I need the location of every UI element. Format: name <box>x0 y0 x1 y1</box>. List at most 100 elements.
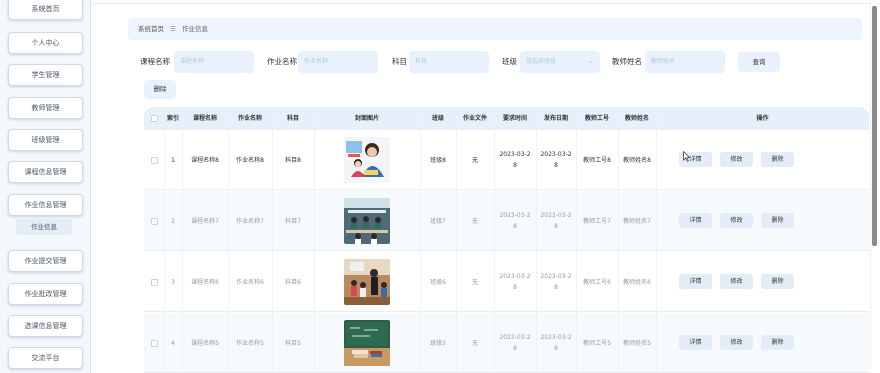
row-cover-cell <box>314 313 420 373</box>
header-file: 作业文件 <box>462 115 487 122</box>
column-divider <box>164 107 165 373</box>
header-select-all[interactable] <box>144 107 164 130</box>
delete-button[interactable]: 删除 <box>761 152 794 167</box>
row-checkbox-cell[interactable] <box>144 313 164 373</box>
row-checkbox[interactable] <box>150 217 158 225</box>
top-divider <box>92 3 870 4</box>
row-subject: 科目5 <box>285 339 301 347</box>
row-class: 班级5 <box>430 339 446 347</box>
sidebar-item-homework[interactable]: 作业信息管理 <box>8 194 83 216</box>
column-divider <box>420 107 421 373</box>
teacher-filter-input[interactable]: 教师姓名 <box>645 51 725 73</box>
table-row: 4 课程名称5 作业名称5 科目5 班级5 无 2023-03-2 8 2023… <box>144 313 869 373</box>
row-teacher-no: 教师工号5 <box>583 339 611 347</box>
row-cover-cell <box>314 252 420 312</box>
row-teacher-no: 教师工号8 <box>583 156 611 164</box>
app-root: 系统首页 个人中心 学生管理 教师管理 班级管理 课程信息管理 作业信息管理 作… <box>0 0 880 373</box>
column-divider <box>536 107 537 373</box>
cover-image[interactable] <box>344 320 390 366</box>
edit-button[interactable]: 修改 <box>720 152 753 167</box>
class-filter-select[interactable]: 请选择班级 ⌄ <box>520 51 600 73</box>
sidebar: 系统首页 个人中心 学生管理 教师管理 班级管理 课程信息管理 作业信息管理 作… <box>0 0 91 373</box>
column-divider <box>456 107 457 373</box>
header-cover: 封面图片 <box>354 115 379 122</box>
cover-image[interactable] <box>344 259 390 305</box>
row-checkbox[interactable] <box>150 278 158 286</box>
edit-button[interactable]: 修改 <box>720 274 753 289</box>
mouse-cursor-icon <box>683 151 691 162</box>
sidebar-item-forum[interactable]: 交流平台 <box>8 347 83 369</box>
row-checkbox[interactable] <box>150 156 158 164</box>
row-class: 班级7 <box>430 217 446 225</box>
row-required-time: 2023-03-2 8 <box>499 334 531 352</box>
row-file: 无 <box>471 339 478 347</box>
sidebar-subitem-homework-info[interactable]: 作业信息 <box>16 219 72 235</box>
sidebar-item-profile[interactable]: 个人中心 <box>8 32 83 54</box>
class-select-placeholder: 请选择班级 <box>526 58 557 65</box>
row-checkbox-cell[interactable] <box>144 191 164 251</box>
column-divider <box>618 107 619 373</box>
header-teacher-name: 教师姓名 <box>624 115 649 122</box>
sidebar-item-grading[interactable]: 作业批改管理 <box>8 283 83 305</box>
row-teacher-name: 教师姓名5 <box>623 339 651 347</box>
row-checkbox[interactable] <box>150 339 158 347</box>
row-checkbox-cell[interactable] <box>144 252 164 312</box>
edit-button[interactable]: 修改 <box>720 213 753 228</box>
column-divider <box>182 107 183 373</box>
row-checkbox-cell[interactable] <box>144 130 164 190</box>
detail-button[interactable]: 详情 <box>679 213 712 228</box>
homework-filter-input[interactable]: 作业名称 <box>298 51 378 73</box>
row-publish-date: 2023-03-2 8 <box>540 212 572 230</box>
batch-delete-button[interactable]: 删除 <box>144 80 176 99</box>
sidebar-item-courses[interactable]: 课程信息管理 <box>8 161 83 183</box>
header-course: 课程名称 <box>192 115 217 122</box>
row-homework: 作业名称5 <box>236 339 264 347</box>
teacher-filter-label: 教师姓名 <box>612 57 642 66</box>
table-row: 3 课程名称6 作业名称6 科目6 班级6 无 2023-03-2 8 2023… <box>144 252 869 312</box>
main-content: 系统首页 ☰ 作业信息 课程名称 课程名称 作业名称 作业名称 科目 科目 班级… <box>92 0 870 373</box>
delete-button[interactable]: 删除 <box>761 274 794 289</box>
subject-filter-label: 科目 <box>392 57 407 66</box>
delete-button[interactable]: 删除 <box>761 335 794 350</box>
header-subject: 科目 <box>286 115 299 122</box>
sidebar-item-teachers[interactable]: 教师管理 <box>8 97 83 119</box>
edit-button[interactable]: 修改 <box>720 335 753 350</box>
row-required-time: 2023-03-2 8 <box>499 212 531 230</box>
row-class: 班级8 <box>430 156 446 164</box>
class-filter-label: 班级 <box>502 57 517 66</box>
breadcrumb-separator-icon: ☰ <box>170 25 176 33</box>
sidebar-item-students[interactable]: 学生管理 <box>8 64 83 86</box>
table-header: 索引 课程名称 作业名称 科目 封面图片 班级 作业文件 要求时间 发布日期 教… <box>144 107 869 130</box>
column-divider <box>576 107 577 373</box>
row-index: 1 <box>171 156 175 164</box>
breadcrumb-home[interactable]: 系统首页 <box>138 25 164 33</box>
detail-button[interactable]: 详情 <box>679 335 712 350</box>
row-subject: 科目7 <box>285 217 301 225</box>
subject-filter-input[interactable]: 科目 <box>409 51 489 73</box>
cover-image[interactable] <box>344 137 390 183</box>
row-file: 无 <box>471 156 478 164</box>
row-course: 课程名称8 <box>191 156 219 164</box>
header-required-time: 要求时间 <box>502 115 527 122</box>
row-file: 无 <box>471 217 478 225</box>
sidebar-item-classes[interactable]: 班级管理 <box>8 129 83 151</box>
detail-button[interactable]: 详情 <box>679 274 712 289</box>
search-button[interactable]: 查询 <box>738 52 780 72</box>
sidebar-item-enrollment[interactable]: 选课信息管理 <box>8 315 83 337</box>
sidebar-item-home[interactable]: 系统首页 <box>8 0 83 20</box>
row-subject: 科目8 <box>285 156 301 164</box>
sidebar-item-submissions[interactable]: 作业提交管理 <box>8 250 83 272</box>
row-index: 2 <box>171 217 175 225</box>
delete-button[interactable]: 删除 <box>761 213 794 228</box>
course-filter-input[interactable]: 课程名称 <box>174 51 254 73</box>
select-all-checkbox[interactable] <box>150 115 158 122</box>
row-required-time: 2023-03-2 8 <box>499 273 531 291</box>
homework-table: 索引 课程名称 作业名称 科目 封面图片 班级 作业文件 要求时间 发布日期 教… <box>144 107 869 373</box>
cover-image[interactable] <box>344 198 390 244</box>
scrollbar-thumb[interactable] <box>872 6 877 246</box>
table-row: 1 课程名称8 作业名称8 科目8 班级8 无 2023-03-2 8 2023… <box>144 130 869 190</box>
row-cover-cell <box>314 130 420 190</box>
row-index: 4 <box>171 339 175 347</box>
header-publish-date: 发布日期 <box>543 115 568 122</box>
course-filter-label: 课程名称 <box>140 57 170 66</box>
